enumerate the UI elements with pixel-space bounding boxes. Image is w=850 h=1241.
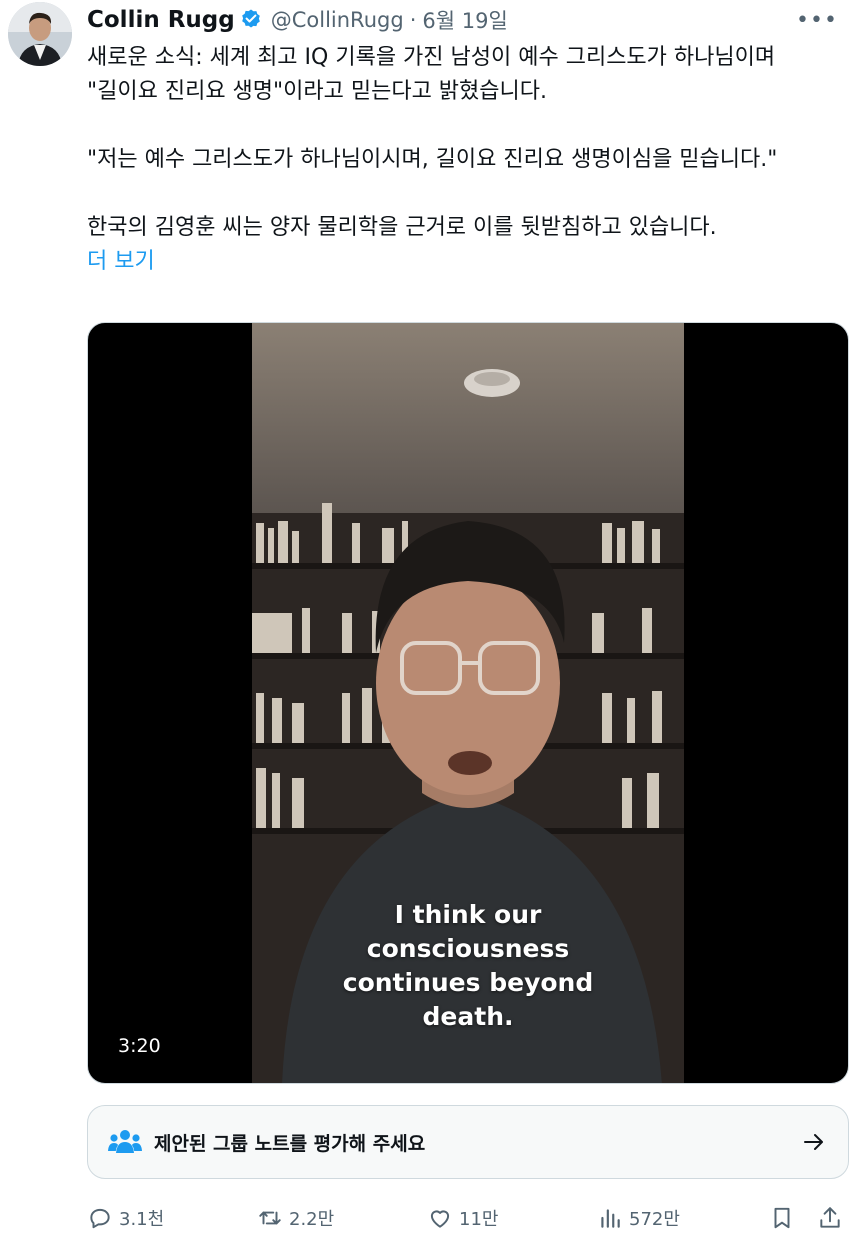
share-button[interactable] [817, 1198, 843, 1238]
bookmark-button[interactable] [769, 1198, 795, 1238]
show-more-link[interactable]: 더 보기 [87, 245, 847, 279]
heart-icon [430, 1210, 450, 1228]
video-caption: I think our consciousness continues beyo… [88, 898, 848, 1034]
like-count: 11만 [459, 1209, 499, 1230]
views-chart-icon [601, 1209, 620, 1228]
verified-badge-icon[interactable] [239, 8, 263, 32]
arrow-right-icon[interactable] [800, 1128, 828, 1156]
tweet-date[interactable]: 6월 19일 [422, 5, 507, 35]
more-options-icon[interactable]: ••• [796, 4, 837, 36]
community-notes-icon [108, 1128, 144, 1156]
repost-count: 2.2만 [289, 1209, 335, 1230]
video-duration: 3:20 [118, 1035, 161, 1057]
views-count: 572만 [629, 1209, 680, 1230]
community-note-prompt[interactable]: 제안된 그룹 노트를 평가해 주세요 [87, 1105, 849, 1179]
repost-button[interactable]: 2.2만 [257, 1198, 334, 1238]
bookmark-icon [774, 1207, 790, 1229]
reply-button[interactable]: 3.1천 [87, 1198, 164, 1238]
tweet-body: 새로운 소식: 세계 최고 IQ 기록을 가진 남성이 예수 그리스도가 하나님… [87, 41, 847, 279]
tweet-header: Collin Rugg @CollinRugg · 6월 19일 ••• [87, 4, 837, 36]
author-handle[interactable]: @CollinRugg [271, 8, 404, 32]
video-player[interactable]: I think our consciousness continues beyo… [87, 322, 849, 1084]
reply-icon [90, 1208, 110, 1229]
header-separator: · [409, 8, 417, 32]
caption-line: continues beyond [342, 968, 594, 997]
repost-icon [259, 1211, 281, 1225]
share-icon [820, 1207, 840, 1228]
reply-count: 3.1천 [119, 1209, 165, 1230]
tweet-paragraph: 한국의 김영훈 씨는 양자 물리학을 근거로 이를 뒷받침하고 있습니다. 더 보… [87, 211, 847, 279]
tweet-paragraph: 새로운 소식: 세계 최고 IQ 기록을 가진 남성이 예수 그리스도가 하나님… [87, 45, 776, 104]
tweet-paragraph-text: 한국의 김영훈 씨는 양자 물리학을 근거로 이를 뒷받침하고 있습니다. [87, 215, 717, 240]
community-note-text: 제안된 그룹 노트를 평가해 주세요 [154, 1132, 426, 1155]
like-button[interactable]: 11만 [427, 1198, 498, 1238]
tweet-paragraph: "저는 예수 그리스도가 하나님이시며, 길이요 진리요 생명이심을 믿습니다.… [87, 147, 778, 172]
caption-line: I think our [394, 900, 542, 929]
views-button[interactable]: 572만 [597, 1198, 680, 1238]
tweet-actions: 3.1천 2.2만 11만 572만 [87, 1198, 849, 1238]
caption-line: consciousness [366, 934, 570, 963]
author-name[interactable]: Collin Rugg [87, 7, 235, 33]
caption-line: death. [422, 1002, 514, 1031]
author-avatar[interactable] [8, 2, 72, 66]
